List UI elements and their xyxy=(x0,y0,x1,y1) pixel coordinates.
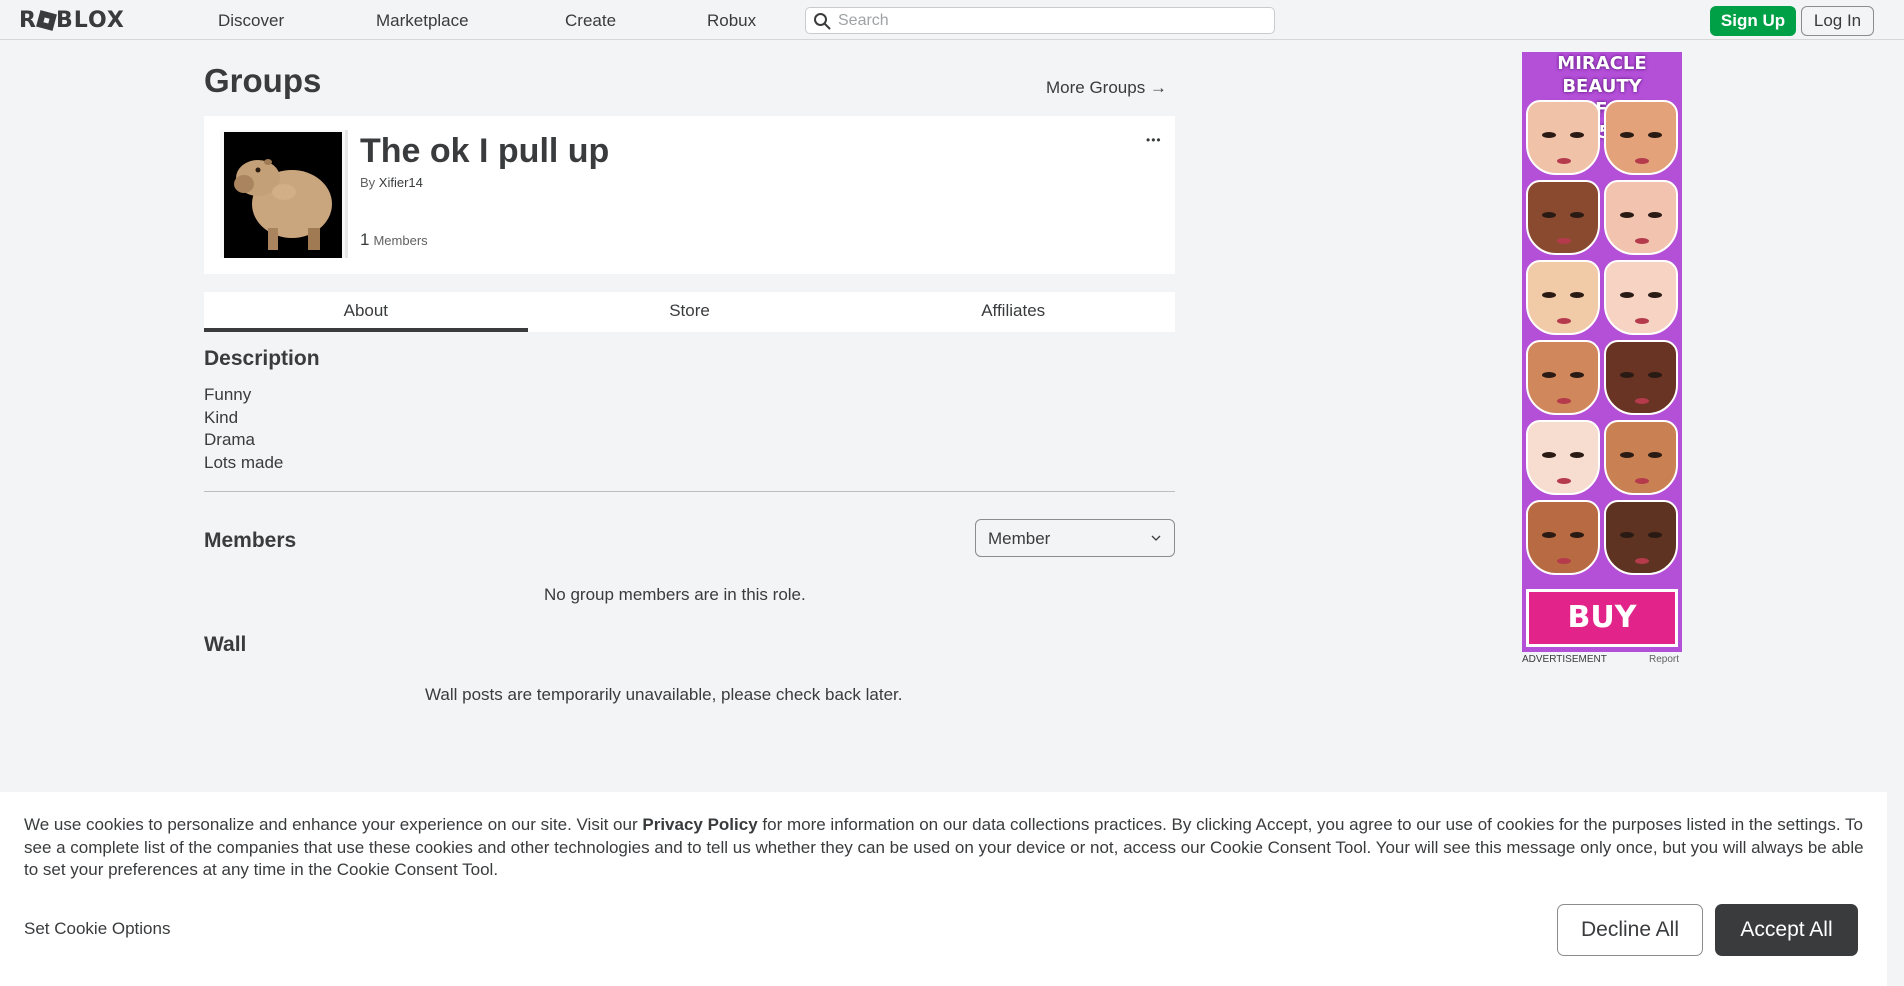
ad-face-tile xyxy=(1604,180,1678,255)
ad-face-mouth xyxy=(1557,398,1571,404)
ad-face-mouth xyxy=(1557,478,1571,484)
sign-up-button[interactable]: Sign Up xyxy=(1710,6,1796,36)
ad-headline: MIRACLE BEAUTY UGC FACES ⓪50 xyxy=(1522,52,1682,143)
top-navigation-bar: R BLOX Discover Marketplace Create Robux … xyxy=(0,0,1904,40)
group-emblem xyxy=(220,130,348,258)
ad-face-tile xyxy=(1526,180,1600,255)
privacy-policy-link[interactable]: Privacy Policy xyxy=(642,815,757,834)
section-divider xyxy=(204,491,1175,492)
ad-buy-now-button[interactable]: BUY NOW xyxy=(1526,589,1678,647)
ad-face-mouth xyxy=(1557,158,1571,164)
group-member-count: 1 Members xyxy=(360,230,428,250)
ad-face-tile xyxy=(1526,500,1600,575)
advertisement-banner[interactable]: MIRACLE BEAUTY UGC FACES ⓪50 BUY NOW xyxy=(1522,52,1682,652)
ad-face-mouth xyxy=(1635,158,1649,164)
description-line: Funny xyxy=(204,385,252,404)
ad-report-link[interactable]: Report xyxy=(1649,654,1679,665)
tab-about[interactable]: About xyxy=(204,292,528,332)
tab-store[interactable]: Store xyxy=(528,292,852,332)
search-input[interactable] xyxy=(838,8,1268,33)
member-count-value: 1 xyxy=(360,230,370,249)
cookie-consent-text: We use cookies to personalize and enhanc… xyxy=(24,814,1869,882)
set-cookie-options-link[interactable]: Set Cookie Options xyxy=(24,919,170,939)
log-in-button[interactable]: Log In xyxy=(1801,6,1874,36)
ad-face-tile xyxy=(1526,420,1600,495)
description-line: Kind xyxy=(204,407,239,427)
decline-all-button[interactable]: Decline All xyxy=(1557,904,1703,956)
nav-marketplace-link[interactable]: Marketplace xyxy=(376,11,469,31)
ad-face-tile xyxy=(1526,100,1600,175)
search-icon[interactable] xyxy=(813,12,831,30)
nav-robux-link[interactable]: Robux xyxy=(707,11,756,31)
ad-face-tile xyxy=(1604,100,1678,175)
ad-face-mouth xyxy=(1635,318,1649,324)
ad-face-mouth xyxy=(1635,478,1649,484)
wall-unavailable-message: Wall posts are temporarily unavailable, … xyxy=(425,685,903,704)
group-tabs: About Store Affiliates xyxy=(204,292,1175,332)
ad-face-mouth xyxy=(1557,558,1571,564)
ad-face-mouth xyxy=(1635,238,1649,244)
role-dropdown-value: Member xyxy=(988,529,1051,548)
description-line: Lots made xyxy=(204,452,284,472)
nav-discover-link[interactable]: Discover xyxy=(218,11,284,31)
ad-face-tile xyxy=(1526,260,1600,335)
ad-face-tile xyxy=(1604,500,1678,575)
members-heading: Members xyxy=(204,529,297,552)
group-description: Funny Kind Drama Lots made xyxy=(204,384,283,474)
ad-face-tile xyxy=(1604,340,1678,415)
ad-face-mouth xyxy=(1557,238,1571,244)
group-header-card: The ok I pull up By Xifier14 1 Members ••… xyxy=(204,116,1175,274)
ad-face-grid xyxy=(1526,100,1678,575)
accept-all-button[interactable]: Accept All xyxy=(1715,904,1858,956)
nav-create-link[interactable]: Create xyxy=(565,11,616,31)
no-members-message: No group members are in this role. xyxy=(544,585,806,604)
ad-face-tile xyxy=(1604,260,1678,335)
group-owner-link[interactable]: Xifier14 xyxy=(379,175,423,190)
cookie-consent-banner: We use cookies to personalize and enhanc… xyxy=(0,792,1887,986)
by-label: By xyxy=(360,175,376,190)
chevron-down-icon xyxy=(1151,535,1161,541)
advertisement-label: ADVERTISEMENT xyxy=(1522,654,1607,665)
roblox-logo[interactable]: R BLOX xyxy=(19,8,125,33)
description-heading: Description xyxy=(204,347,320,370)
group-emblem-image xyxy=(224,132,342,258)
more-options-icon[interactable]: ••• xyxy=(1146,133,1162,147)
cookie-text-before: We use cookies to personalize and enhanc… xyxy=(24,815,643,834)
page-title: Groups xyxy=(204,62,322,99)
group-name: The ok I pull up xyxy=(360,132,610,170)
wall-heading: Wall xyxy=(204,633,247,656)
ad-face-mouth xyxy=(1557,318,1571,324)
ad-face-tile xyxy=(1526,340,1600,415)
ad-face-tile xyxy=(1604,420,1678,495)
tab-affiliates[interactable]: Affiliates xyxy=(851,292,1175,332)
member-count-label: Members xyxy=(373,233,428,248)
ad-headline-line-1: MIRACLE BEAUTY xyxy=(1557,53,1647,97)
group-owner-byline: By Xifier14 xyxy=(360,175,423,190)
more-groups-link[interactable]: More Groups → xyxy=(1046,78,1167,98)
ad-face-mouth xyxy=(1635,558,1649,564)
search-box[interactable] xyxy=(805,7,1275,34)
role-dropdown[interactable]: Member xyxy=(975,519,1175,557)
description-line: Drama xyxy=(204,430,256,449)
ad-face-mouth xyxy=(1635,398,1649,404)
capybara-image xyxy=(224,132,342,258)
